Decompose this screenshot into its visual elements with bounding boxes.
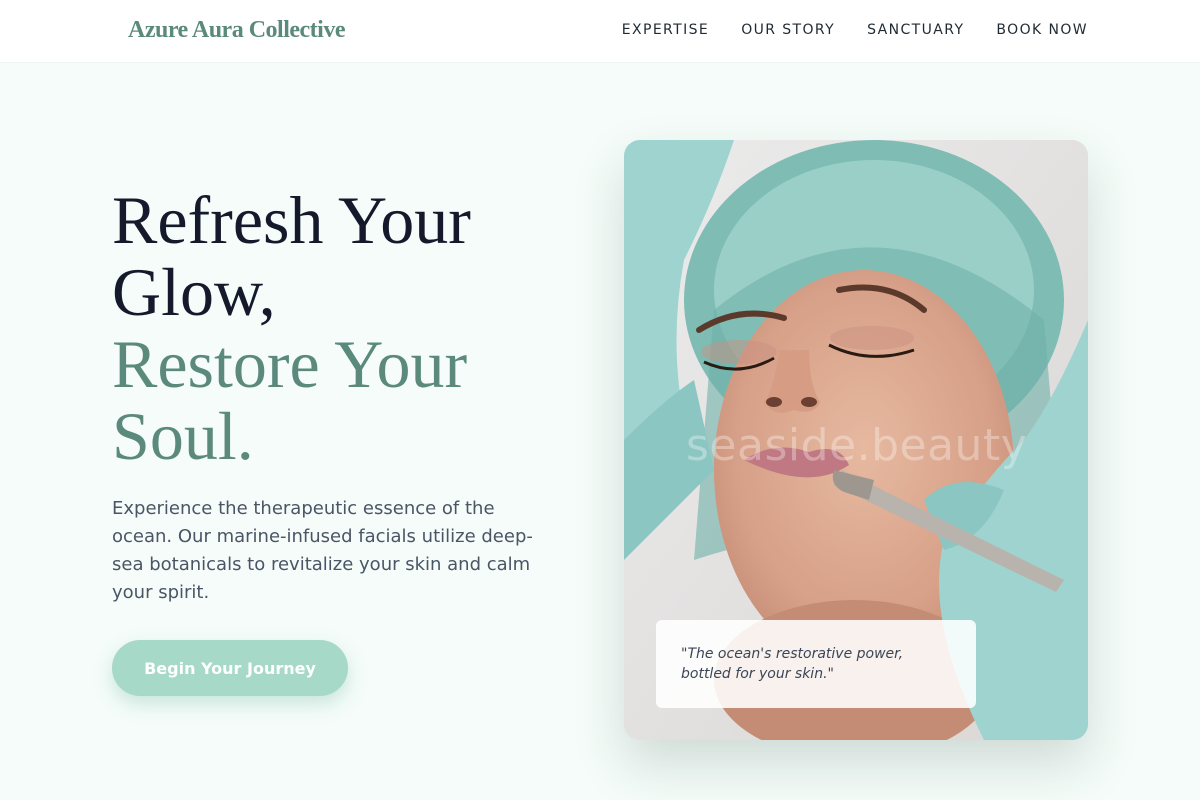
headline-line-2: Restore Your Soul. <box>112 326 468 474</box>
headline-line-1: Refresh Your Glow, <box>112 182 471 330</box>
begin-journey-button[interactable]: Begin Your Journey <box>112 640 348 696</box>
brand-logo[interactable]: Azure Aura Collective <box>128 17 346 44</box>
main-nav: EXPERTISE OUR STORY SANCTUARY BOOK NOW <box>622 22 1088 38</box>
site-header: Azure Aura Collective EXPERTISE OUR STOR… <box>0 0 1200 63</box>
hero-image-card: seaside.beauty "The ocean's restorative … <box>624 140 1088 740</box>
nav-item-book-now[interactable]: BOOK NOW <box>996 22 1088 38</box>
hero-headline: Refresh Your Glow, Restore Your Soul. <box>112 184 572 472</box>
testimonial-quote: "The ocean's restorative power, bottled … <box>656 620 976 708</box>
nav-item-expertise[interactable]: EXPERTISE <box>622 22 709 38</box>
nav-item-our-story[interactable]: OUR STORY <box>741 22 835 38</box>
watermark-text: seaside.beauty <box>686 420 1028 471</box>
hero-description: Experience the therapeutic essence of th… <box>112 498 533 603</box>
nav-item-sanctuary[interactable]: SANCTUARY <box>867 22 964 38</box>
